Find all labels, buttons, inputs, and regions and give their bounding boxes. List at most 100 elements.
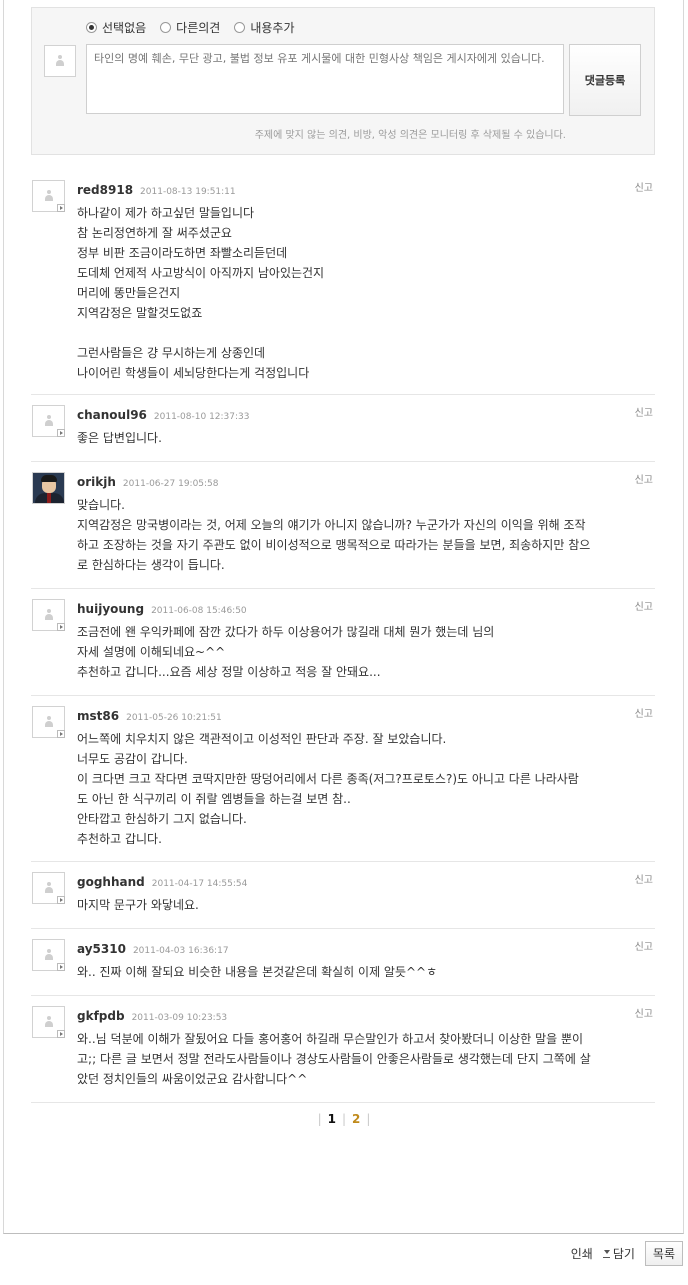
commenter-avatar[interactable] — [32, 872, 65, 904]
comment-date: 2011-08-10 12:37:33 — [153, 412, 250, 422]
default-profile-icon — [44, 609, 54, 621]
user-avatar — [44, 45, 76, 77]
commenter-nickname[interactable]: mst86 — [77, 709, 119, 723]
print-label: 인쇄 — [570, 1247, 593, 1261]
pagination: | 1 | 2 | — [0, 1112, 688, 1126]
moderation-notice: 주제에 맞지 않는 의견, 비방, 악성 의견은 모니터링 후 삭제될 수 있습… — [254, 130, 566, 141]
profile-menu-arrow-icon — [57, 963, 65, 971]
comment-form: 선택없음 다른의견 내용추가 댓글등록 주제에 맞지 않는 의견, 비방, 악성… — [31, 7, 655, 155]
report-link[interactable]: 신고 — [635, 1005, 653, 1020]
comment-line: 참 논리정연하게 잘 써주셨군요 — [77, 226, 232, 240]
pager-divider: | — [341, 1112, 347, 1126]
commenter-nickname[interactable]: orikjh — [77, 475, 116, 489]
comment-date: 2011-03-09 10:23:53 — [131, 1013, 228, 1023]
page-2-link[interactable]: 2 — [352, 1112, 360, 1126]
report-link[interactable]: 신고 — [635, 471, 653, 486]
report-link[interactable]: 신고 — [635, 404, 653, 419]
radio-different-opinion[interactable]: 다른의견 — [160, 19, 220, 36]
commenter-avatar[interactable] — [32, 706, 65, 738]
list-button[interactable]: 목록 — [644, 1241, 683, 1266]
comment-header: huijyoung 2011-06-08 15:46:50 — [77, 602, 247, 616]
commenter-avatar[interactable] — [32, 472, 65, 504]
radio-label: 다른의견 — [176, 21, 221, 35]
commenter-avatar[interactable] — [32, 939, 65, 971]
submit-comment-button[interactable]: 댓글등록 — [569, 44, 641, 116]
comment-line: 하나같이 제가 하고싶던 말들입니다 — [77, 206, 255, 220]
save-label: 담기 — [612, 1247, 635, 1261]
comment-date: 2011-04-17 14:55:54 — [151, 879, 248, 889]
comment-line: 와..님 덕분에 이해가 잘됬어요 다들 홍어홍어 하길래 무슨말인가 하고서 … — [77, 1032, 584, 1046]
radio-label: 내용추가 — [250, 21, 295, 35]
comment-line: 지역감정은 말할것도없죠 — [77, 306, 203, 320]
print-link[interactable]: 인쇄 — [571, 1245, 593, 1262]
comment-line: 하고 조장하는 것을 자기 주관도 없이 비이성적으로 맹목적으로 따라가는 분… — [77, 538, 591, 552]
comment-line: 머리에 똥만들은건지 — [77, 286, 181, 300]
comment-line: 안타깝고 한심하기 그지 없습니다. — [77, 812, 247, 826]
radio-add-content[interactable]: 내용추가 — [234, 19, 295, 36]
report-link[interactable]: 신고 — [635, 938, 653, 953]
comment-line: 도데체 언제적 사고방식이 아직까지 남아있는건지 — [77, 266, 325, 280]
commenter-avatar[interactable] — [32, 405, 65, 437]
profile-menu-arrow-icon — [57, 730, 65, 738]
commenter-avatar[interactable] — [32, 599, 65, 631]
comment-body: 하나같이 제가 하고싶던 말들입니다참 논리정연하게 잘 써주셨군요정부 비판 … — [77, 203, 637, 383]
comment-item: ay5310 2011-04-03 16:36:17 신고와.. 진짜 이해 잘되요… — [31, 929, 655, 996]
comment-body: 마지막 문구가 와닿네요. — [77, 895, 637, 915]
comment-header: gkfpdb 2011-03-09 10:23:53 — [77, 1009, 227, 1023]
profile-menu-arrow-icon — [57, 1030, 65, 1038]
commenter-nickname[interactable]: gkfpdb — [77, 1009, 125, 1023]
save-link[interactable]: 담기 — [602, 1245, 635, 1262]
profile-menu-arrow-icon — [57, 623, 65, 631]
comment-item: huijyoung 2011-06-08 15:46:50 신고조금전에 왠 우익카… — [31, 589, 655, 696]
comment-line: 어느쪽에 치우치지 않은 객관적이고 이성적인 판단과 주장. 잘 보았습니다. — [77, 732, 447, 746]
radio-dot-icon — [160, 22, 172, 33]
comment-body: 와.. 진짜 이해 잘되요 비슷한 내용을 본것같은데 확실히 이제 알듯^^ㅎ — [77, 962, 637, 982]
profile-menu-arrow-icon — [57, 204, 65, 212]
download-icon — [602, 1249, 610, 1258]
page-1-link[interactable]: 1 — [328, 1112, 336, 1126]
report-link[interactable]: 신고 — [635, 598, 653, 613]
radio-dot-icon — [234, 22, 246, 33]
commenter-nickname[interactable]: huijyoung — [77, 602, 144, 616]
comment-line: 로 한심하다는 생각이 듭니다. — [77, 558, 225, 572]
report-link[interactable]: 신고 — [635, 705, 653, 720]
pager-divider: | — [317, 1112, 322, 1126]
comment-item: gkfpdb 2011-03-09 10:23:53 신고와..님 덕분에 이해가 … — [31, 996, 655, 1103]
comment-line: 마지막 문구가 와닿네요. — [77, 898, 199, 912]
radio-no-selection[interactable]: 선택없음 — [86, 19, 146, 36]
commenter-nickname[interactable]: ay5310 — [77, 942, 126, 956]
default-profile-icon — [44, 949, 54, 961]
commenter-nickname[interactable]: goghhand — [77, 875, 145, 889]
comment-line: 이 크다면 크고 작다면 코딱지만한 땅덩어리에서 다른 종족(저그?프로토스?… — [77, 772, 579, 786]
pager-divider: | — [366, 1112, 371, 1126]
comment-line: 추천하고 갑니다...요즘 세상 정말 이상하고 적응 잘 안돼요... — [77, 665, 381, 679]
default-profile-icon — [44, 190, 54, 202]
comment-header: red8918 2011-08-13 19:51:11 — [77, 183, 236, 197]
comment-body: 조금전에 왠 우익카페에 잠깐 갔다가 하두 이상용어가 많길래 대체 뭔가 했… — [77, 622, 637, 682]
comment-header: ay5310 2011-04-03 16:36:17 — [77, 942, 229, 956]
bottom-toolbar: 인쇄 담기 목록 — [571, 1241, 683, 1266]
default-profile-icon — [44, 882, 54, 894]
commenter-nickname[interactable]: chanoul96 — [77, 408, 147, 422]
comment-line: 았던 정치인들의 싸움이었군요 감사합니다^^ — [77, 1072, 308, 1086]
comment-date: 2011-06-08 15:46:50 — [151, 606, 247, 616]
comment-body: 좋은 답변입니다. — [77, 428, 637, 448]
comment-line: 그런사람들은 걍 무시하는게 상종인데 — [77, 346, 266, 360]
comment-input[interactable] — [86, 44, 564, 114]
radio-dot-icon — [86, 22, 97, 33]
commenter-avatar[interactable] — [32, 180, 65, 212]
comment-item: orikjh 2011-06-27 19:05:58 신고 맞습니다. 지역감정은 망국… — [31, 462, 655, 589]
comment-line: 맞습니다. — [77, 498, 125, 512]
comment-line: 추천하고 갑니다. — [77, 832, 162, 846]
comment-header: chanoul96 2011-08-10 12:37:33 — [77, 408, 250, 422]
commenter-nickname[interactable]: red8918 — [77, 183, 133, 197]
report-link[interactable]: 신고 — [635, 871, 653, 886]
comment-line: 고;; 다른 글 보면서 정말 전라도사람들이나 경상도사람들이 안좋은사람들로… — [77, 1052, 591, 1066]
comment-date: 2011-05-26 10:21:51 — [126, 713, 222, 723]
commenter-avatar[interactable] — [32, 1006, 65, 1038]
profile-menu-arrow-icon — [57, 896, 65, 904]
report-link[interactable]: 신고 — [635, 179, 653, 194]
comment-item: red8918 2011-08-13 19:51:11 신고하나같이 제가 하고싶던… — [31, 170, 655, 395]
comment-line: 정부 비판 조금이라도하면 좌빨소리듣던데 — [77, 246, 288, 260]
comment-header: goghhand 2011-04-17 14:55:54 — [77, 875, 247, 889]
